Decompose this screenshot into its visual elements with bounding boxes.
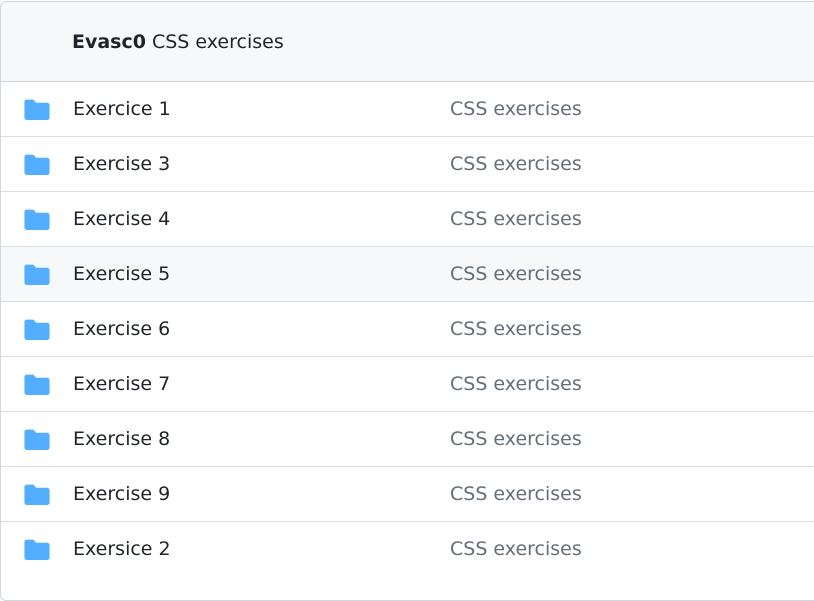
folder-icon xyxy=(24,483,50,505)
file-commit-message[interactable]: CSS exercises xyxy=(450,373,582,395)
file-name-link[interactable]: Exercise 5 xyxy=(73,263,170,285)
folder-icon xyxy=(24,318,50,340)
file-commit-message[interactable]: CSS exercises xyxy=(450,153,582,175)
folder-icon xyxy=(24,428,50,450)
folder-icon xyxy=(24,153,50,175)
folder-icon xyxy=(24,538,50,560)
file-row-1[interactable]: Exercise 3 CSS exercises xyxy=(1,136,814,191)
file-commit-message[interactable]: CSS exercises xyxy=(450,483,582,505)
file-row-4[interactable]: Exercise 6 CSS exercises xyxy=(1,301,814,356)
file-row-3[interactable]: Exercise 5 CSS exercises xyxy=(1,246,814,301)
file-row-7[interactable]: Exercise 9 CSS exercises xyxy=(1,466,814,521)
file-row-6[interactable]: Exercise 8 CSS exercises xyxy=(1,411,814,466)
file-name-link[interactable]: Exersice 2 xyxy=(73,538,171,560)
file-name-link[interactable]: Exercise 8 xyxy=(73,428,170,450)
file-row-8[interactable]: Exersice 2 CSS exercises xyxy=(1,521,814,576)
commit-author-link[interactable]: Evasc0 xyxy=(72,31,146,53)
file-name-link[interactable]: Exercise 3 xyxy=(73,153,170,175)
latest-commit-header: Evasc0 CSS exercises xyxy=(1,2,814,82)
file-commit-message[interactable]: CSS exercises xyxy=(450,208,582,230)
file-row-2[interactable]: Exercise 4 CSS exercises xyxy=(1,191,814,246)
file-commit-message[interactable]: CSS exercises xyxy=(450,428,582,450)
commit-message-link[interactable]: CSS exercises xyxy=(152,31,284,53)
file-name-link[interactable]: Exercise 6 xyxy=(73,318,170,340)
file-commit-message[interactable]: CSS exercises xyxy=(450,318,582,340)
file-row-0[interactable]: Exercice 1 CSS exercises xyxy=(1,82,814,136)
file-commit-message[interactable]: CSS exercises xyxy=(450,263,582,285)
folder-icon xyxy=(24,208,50,230)
folder-icon xyxy=(24,98,50,120)
folder-icon xyxy=(24,263,50,285)
file-commit-message[interactable]: CSS exercises xyxy=(450,98,582,120)
file-row-5[interactable]: Exercise 7 CSS exercises xyxy=(1,356,814,411)
file-name-link[interactable]: Exercise 9 xyxy=(73,483,170,505)
file-name-link[interactable]: Exercise 7 xyxy=(73,373,170,395)
file-name-link[interactable]: Exercice 1 xyxy=(73,98,171,120)
file-commit-message[interactable]: CSS exercises xyxy=(450,538,582,560)
file-list: Exercice 1 CSS exercises Exercise 3 CSS … xyxy=(1,82,814,576)
file-browser-panel: Evasc0 CSS exercises Exercice 1 CSS exer… xyxy=(0,1,814,601)
folder-icon xyxy=(24,373,50,395)
file-name-link[interactable]: Exercise 4 xyxy=(73,208,170,230)
